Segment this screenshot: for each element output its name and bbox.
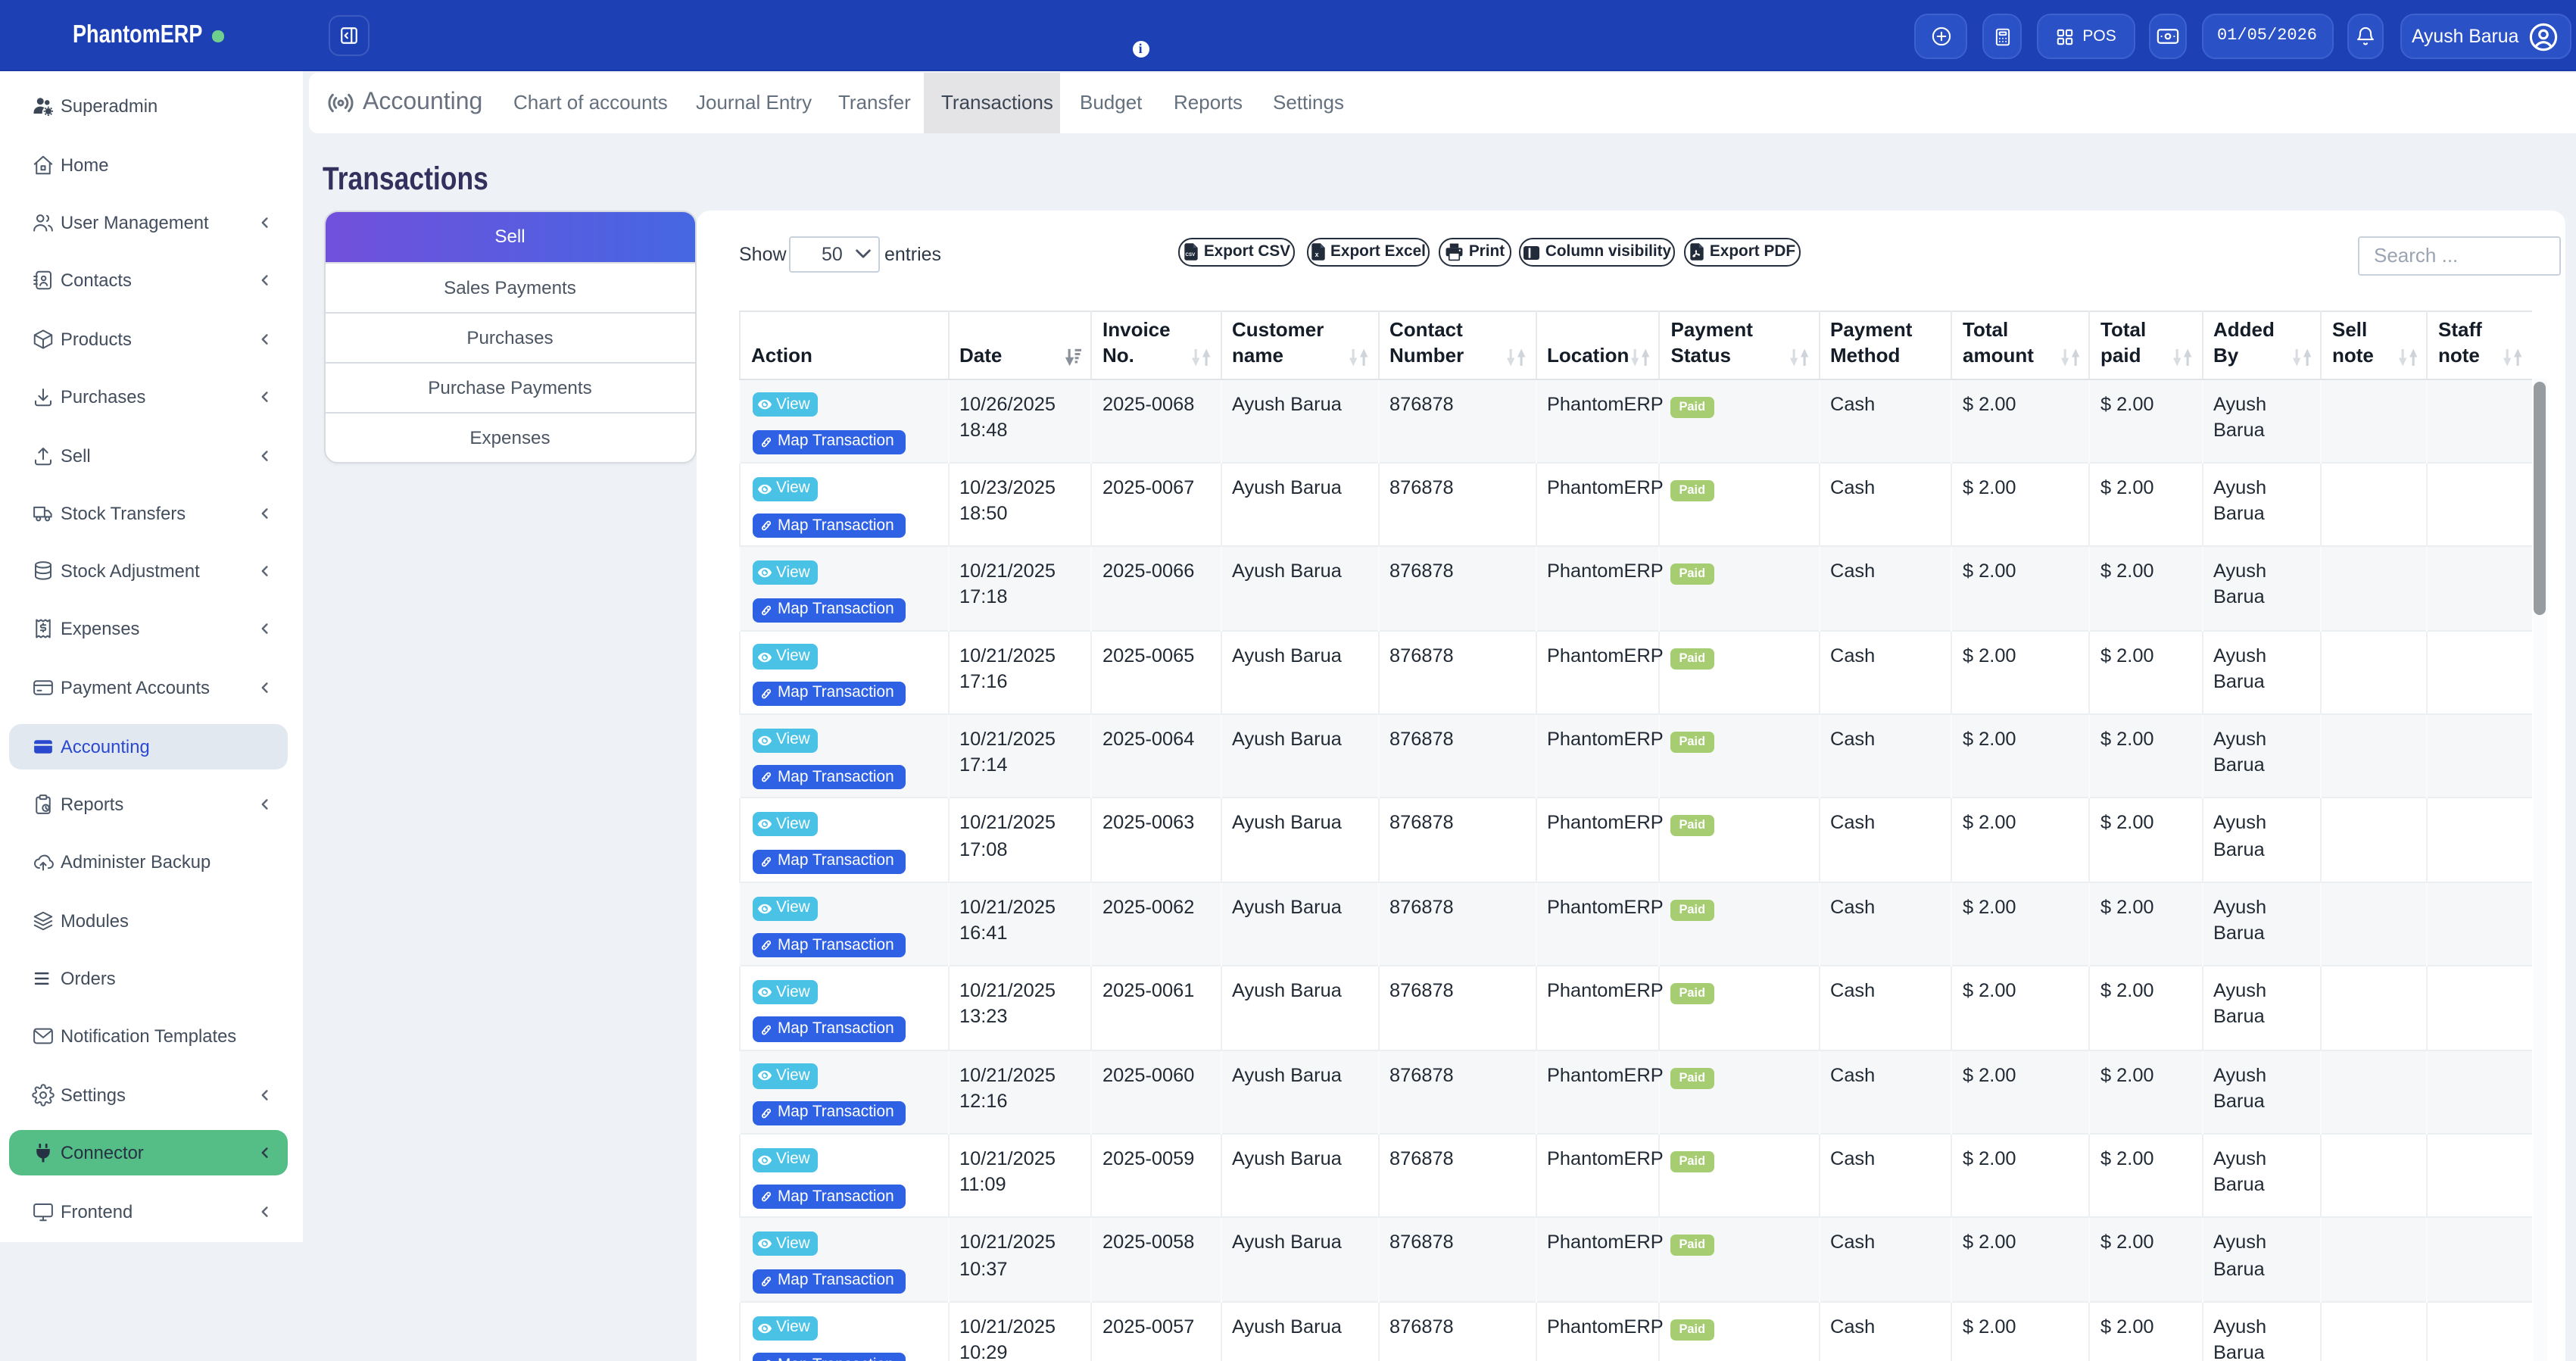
svg-text:CSV: CSV xyxy=(1185,253,1196,258)
svg-text:x: x xyxy=(1315,251,1318,259)
